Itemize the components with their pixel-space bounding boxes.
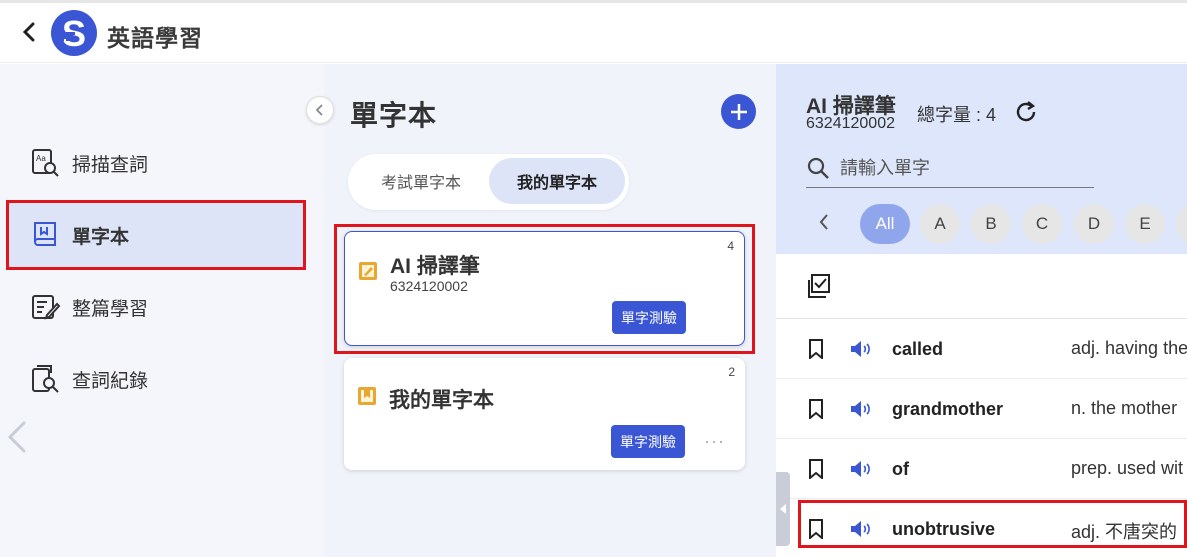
speaker-icon[interactable] xyxy=(849,519,873,539)
add-wordbook-button[interactable] xyxy=(721,94,756,129)
tab-exam-wordbook[interactable]: 考試單字本 xyxy=(356,158,486,204)
wordbook-icon xyxy=(28,218,62,252)
wordbook-card-title: AI 掃譯筆 xyxy=(390,255,480,278)
word-text: called xyxy=(892,339,944,359)
alphabet-filter-a[interactable]: A xyxy=(920,204,960,244)
word-total: 總字量 : 4 xyxy=(917,105,997,125)
bookmark-icon[interactable] xyxy=(808,459,824,481)
edit-document-icon xyxy=(28,290,62,324)
alphabet-filter-d[interactable]: D xyxy=(1074,204,1114,244)
chevron-left-icon xyxy=(22,22,35,42)
speaker-icon[interactable] xyxy=(849,459,873,479)
alphabet-prev-button[interactable] xyxy=(818,212,836,236)
alphabet-filter-b[interactable]: B xyxy=(971,204,1011,244)
select-all-button[interactable] xyxy=(804,272,832,300)
app-logo: S xyxy=(51,10,97,56)
wordbook-card[interactable]: AI 掃譯筆 6324120002 4 單字測驗 xyxy=(344,231,745,346)
sidebar: Aa 掃描查詞 單字本 整篇學習 查詞紀錄 xyxy=(0,64,324,557)
word-text: unobtrusive xyxy=(892,519,996,539)
alphabet-filter-all[interactable]: All xyxy=(860,204,910,244)
wordbook-card-count: 2 xyxy=(728,365,735,379)
book-id: 6324120002 xyxy=(806,115,895,132)
triangle-left-icon xyxy=(780,504,786,514)
wordbook-tabs: 考試單字本 我的單字本 xyxy=(348,154,629,210)
chevron-left-icon xyxy=(819,214,828,230)
search-bar xyxy=(806,150,1094,188)
sidebar-item-label: 整篇學習 xyxy=(72,298,149,320)
sidebar-item-article[interactable]: 整篇學習 xyxy=(8,274,304,340)
history-search-icon xyxy=(28,362,62,396)
back-button[interactable] xyxy=(16,19,42,45)
chevron-left-icon xyxy=(7,421,26,453)
word-definition: adj. having the xyxy=(1071,338,1187,358)
wordbook-card-count: 4 xyxy=(727,239,734,253)
wordbook-card[interactable]: 我的單字本 2 單字測驗 ··· xyxy=(344,358,745,470)
word-definition: n. the mother xyxy=(1071,398,1178,418)
word-definition: prep. used wit xyxy=(1071,458,1184,478)
word-row[interactable]: of prep. used wit xyxy=(776,439,1187,499)
sidebar-item-label: 掃描查詞 xyxy=(72,154,149,176)
word-list-header: AI 掃譯筆 6324120002 總字量 : 4 All A B C D E xyxy=(776,64,1187,254)
scan-book-icon: Aa xyxy=(28,146,62,180)
app-header: S 英語學習 xyxy=(0,3,1187,63)
drawer-toggle-handle[interactable] xyxy=(776,472,790,546)
word-list-panel: AI 掃譯筆 6324120002 總字量 : 4 All A B C D E … xyxy=(776,64,1187,557)
bookmark-icon[interactable] xyxy=(808,519,824,541)
more-options-button[interactable]: ··· xyxy=(704,431,725,452)
checklist-icon xyxy=(808,274,830,298)
refresh-icon xyxy=(1016,101,1036,122)
collapse-sidebar-button[interactable] xyxy=(306,96,334,124)
notebook-icon xyxy=(358,261,378,281)
wordbook-card-title: 我的單字本 xyxy=(389,389,494,412)
refresh-button[interactable] xyxy=(1012,98,1040,126)
word-definition: adj. 不唐突的 xyxy=(1071,522,1178,542)
word-row[interactable]: called adj. having the xyxy=(776,319,1187,379)
chevron-left-icon xyxy=(315,104,323,116)
app-title: 英語學習 xyxy=(107,25,203,51)
vocab-quiz-button[interactable]: 單字測驗 xyxy=(612,301,686,334)
sidebar-item-label: 單字本 xyxy=(72,226,130,248)
bookmark-icon[interactable] xyxy=(808,399,824,421)
plus-icon xyxy=(730,103,747,120)
sidebar-back-arrow[interactable] xyxy=(4,420,30,454)
wordbook-card-id: 6324120002 xyxy=(390,278,468,294)
sidebar-item-scan[interactable]: Aa 掃描查詞 xyxy=(8,130,304,196)
speaker-icon[interactable] xyxy=(849,339,873,359)
svg-text:Aa: Aa xyxy=(36,154,46,163)
word-row[interactable]: unobtrusive adj. 不唐突的 xyxy=(776,499,1187,557)
bookmark-book-icon xyxy=(357,386,377,406)
alphabet-filter-c[interactable]: C xyxy=(1022,204,1062,244)
speaker-icon[interactable] xyxy=(849,399,873,419)
alphabet-filter-e[interactable]: E xyxy=(1125,204,1165,244)
wordbook-list-panel: 單字本 考試單字本 我的單字本 AI 掃譯筆 6324120002 4 單字測驗… xyxy=(324,64,776,557)
panel-title: 單字本 xyxy=(350,100,438,131)
sidebar-item-wordbook[interactable]: 單字本 xyxy=(6,200,306,270)
alphabet-filter-partial[interactable] xyxy=(1176,204,1187,244)
search-icon xyxy=(806,156,832,182)
sidebar-item-label: 查詞紀錄 xyxy=(72,370,149,392)
word-search-input[interactable] xyxy=(840,158,1080,179)
word-row[interactable]: grandmother n. the mother xyxy=(776,379,1187,439)
tab-my-wordbook[interactable]: 我的單字本 xyxy=(489,158,625,204)
word-text: grandmother xyxy=(892,399,1004,419)
sidebar-item-history[interactable]: 查詞紀錄 xyxy=(8,346,304,412)
vocab-quiz-button[interactable]: 單字測驗 xyxy=(611,425,685,458)
bookmark-icon[interactable] xyxy=(808,339,824,361)
word-text: of xyxy=(892,459,909,479)
